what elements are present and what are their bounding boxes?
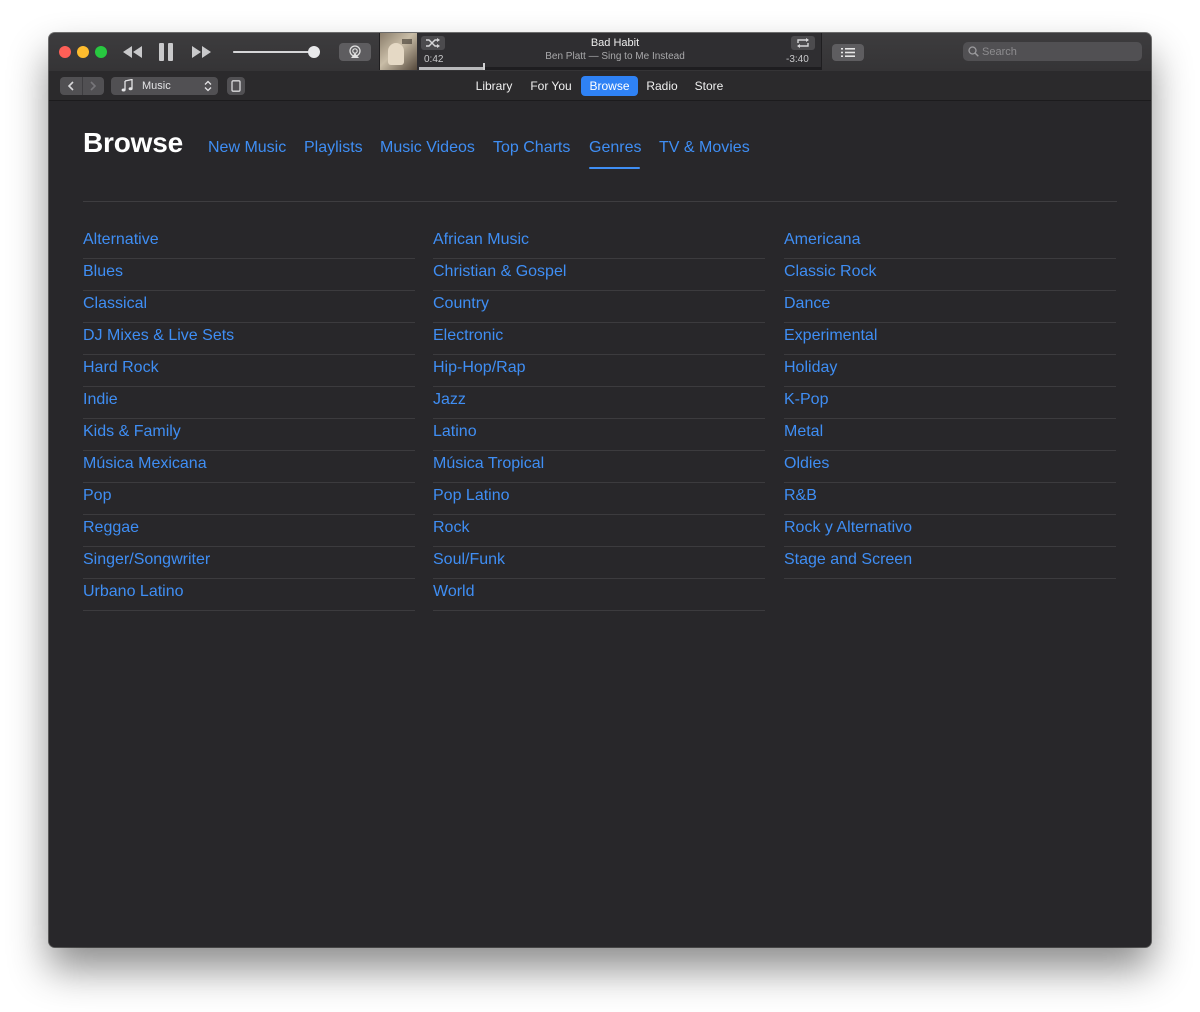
genre-column-1: Alternative Blues Classical DJ Mixes & Live… [83, 227, 415, 611]
genre-column-2: African Music Christian & Gospel Country El… [433, 227, 765, 611]
close-window-button[interactable] [59, 46, 71, 58]
playback-progress-knob[interactable] [483, 63, 485, 70]
device-button[interactable] [227, 77, 245, 95]
tab-store[interactable]: Store [690, 76, 728, 96]
track-artist-album: Ben Platt — Sing to Me Instead [545, 51, 685, 62]
active-tab-indicator [589, 167, 640, 169]
shuffle-button[interactable] [421, 36, 445, 50]
elapsed-time: 0:42 [424, 54, 444, 65]
minimize-window-button[interactable] [77, 46, 89, 58]
tab-for-you[interactable]: For You [527, 76, 575, 96]
page-title: Browse [83, 127, 183, 158]
genre-column-3: Americana Classic Rock Dance Experimental Ho… [784, 227, 1116, 579]
tab-genres[interactable]: Genres [589, 139, 641, 157]
tab-browse[interactable]: Browse [581, 76, 638, 96]
album-artwork[interactable] [380, 33, 417, 70]
playback-progress-fill [419, 67, 483, 70]
search-icon [968, 46, 979, 57]
playback-progress-bar[interactable] [419, 63, 821, 70]
tab-music-videos[interactable]: Music Videos [380, 139, 475, 157]
track-title: Bad Habit [590, 37, 640, 49]
fast-forward-icon[interactable] [190, 45, 212, 59]
genre-link[interactable]: World [433, 573, 765, 611]
title-bar: 0:42 -3:40 Bad Habit Ben Platt — Sing to… [49, 33, 1151, 71]
chevron-left-icon [67, 81, 74, 91]
tab-top-charts[interactable]: Top Charts [493, 139, 570, 157]
repeat-button[interactable] [791, 36, 815, 50]
volume-knob[interactable] [308, 46, 320, 58]
navigation-toolbar: Music Library For You Browse Radio Store [49, 71, 1151, 101]
media-kind-selector[interactable]: Music [111, 77, 218, 95]
repeat-icon [797, 38, 809, 48]
airplay-button[interactable] [339, 43, 371, 61]
music-note-icon [121, 79, 133, 92]
genre-link[interactable]: Urbano Latino [83, 573, 415, 611]
rewind-icon[interactable] [122, 45, 144, 59]
volume-fill [233, 51, 314, 53]
browse-content: Browse New Music Playlists Music Videos … [49, 101, 1151, 947]
forward-button[interactable] [82, 77, 104, 95]
search-input[interactable] [982, 43, 1132, 60]
genre-link[interactable]: Stage and Screen [784, 541, 1116, 579]
zoom-window-button[interactable] [95, 46, 107, 58]
tab-library[interactable]: Library [471, 76, 517, 96]
airplay-icon [349, 45, 361, 58]
tab-tv-movies[interactable]: TV & Movies [659, 139, 750, 157]
remaining-time: -3:40 [786, 54, 809, 65]
tab-playlists[interactable]: Playlists [304, 139, 363, 157]
genre-label: World [433, 583, 475, 600]
list-icon [841, 48, 855, 57]
shuffle-icon [426, 38, 440, 48]
chevron-right-icon [90, 81, 97, 91]
up-down-chevron-icon [204, 80, 212, 92]
tabs-divider [83, 201, 1117, 202]
genre-label: Stage and Screen [784, 551, 913, 568]
pause-icon[interactable] [158, 42, 174, 62]
device-icon [231, 80, 241, 92]
history-navigation [60, 77, 104, 95]
music-app-window: 0:42 -3:40 Bad Habit Ben Platt — Sing to… [49, 33, 1151, 947]
media-kind-label: Music [142, 80, 171, 92]
tab-radio[interactable]: Radio [643, 76, 681, 96]
back-button[interactable] [60, 77, 82, 95]
search-box[interactable] [963, 42, 1142, 61]
tab-new-music[interactable]: New Music [208, 139, 286, 157]
volume-slider[interactable] [233, 46, 323, 58]
genre-label: Urbano Latino [83, 583, 184, 600]
up-next-button[interactable] [832, 44, 864, 61]
now-playing-display: 0:42 -3:40 Bad Habit Ben Platt — Sing to… [379, 33, 822, 70]
